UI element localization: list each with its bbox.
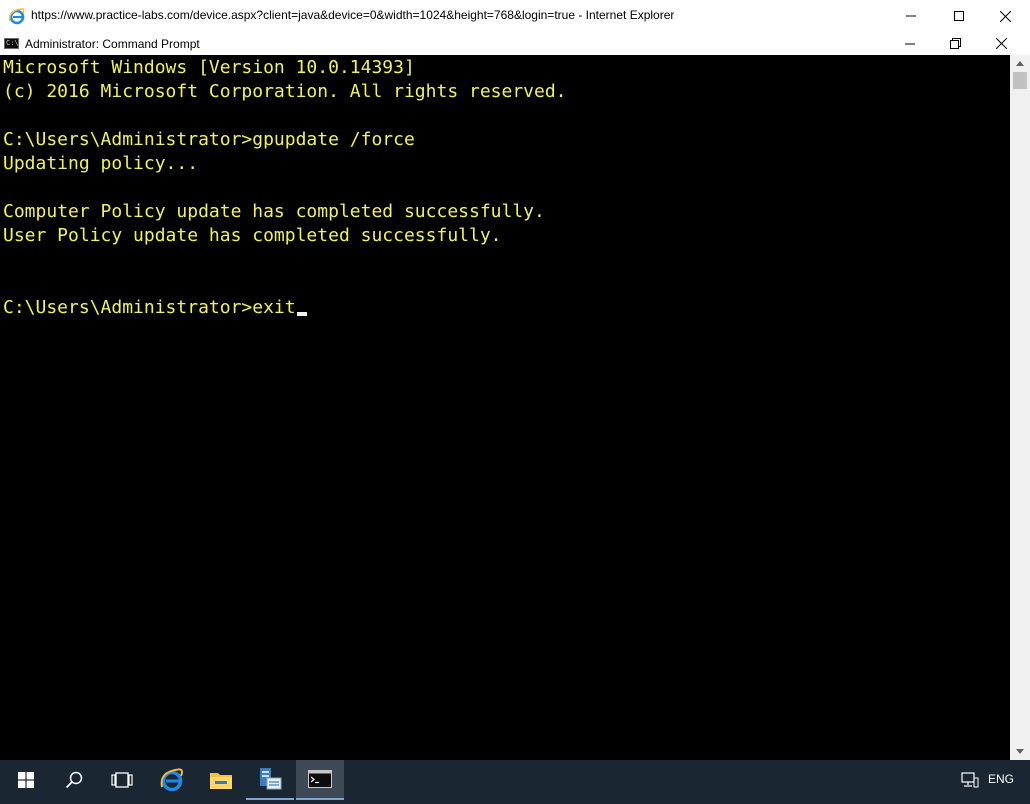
scroll-down-button[interactable] [1010,743,1030,760]
close-icon [999,10,1011,22]
network-tray-button[interactable] [950,760,990,800]
maximize-icon [954,11,964,21]
console-prompt-line[interactable]: C:\Users\Administrator>exit [3,296,307,320]
chevron-up-icon [1016,61,1024,66]
prompt-text: C:\Users\Administrator>exit [3,297,296,318]
file-explorer-icon [210,773,232,789]
cmd-title-bar: C:\ Administrator: Command Prompt [0,32,1030,55]
console-line: User Policy update has completed success… [3,225,502,246]
taskbar-command-prompt[interactable] [296,760,344,800]
server-manager-icon [260,768,282,790]
browser-title: https://www.practice-labs.com/device.asp… [31,8,675,22]
cmd-close-button[interactable] [978,32,1024,55]
taskbar-internet-explorer[interactable] [148,760,196,800]
minimize-icon [905,43,915,44]
cmd-minimize-button[interactable] [887,32,933,55]
browser-maximize-button[interactable] [936,0,982,32]
taskbar-file-explorer[interactable] [197,760,245,800]
browser-minimize-button[interactable] [888,0,934,32]
internet-explorer-icon [8,8,25,25]
task-view-button[interactable] [98,760,146,800]
close-icon [995,38,1007,49]
start-button[interactable] [2,760,50,800]
chevron-down-icon [1016,749,1024,754]
console-line: (c) 2016 Microsoft Corporation. All righ… [3,81,567,102]
start-icon [18,772,34,788]
console-output[interactable]: Microsoft Windows [Version 10.0.14393] (… [0,55,1010,760]
task-view-icon [111,772,133,788]
browser-title-bar: https://www.practice-labs.com/device.asp… [0,0,1030,32]
console-line: Computer Policy update has completed suc… [3,201,545,222]
internet-explorer-icon [160,768,183,792]
taskbar: ENG [0,760,1030,804]
console-line: Microsoft Windows [Version 10.0.14393] [3,57,415,78]
command-prompt-icon: C:\ [4,38,19,49]
taskbar-server-manager[interactable] [246,760,294,800]
browser-close-button[interactable] [982,0,1028,32]
minimize-icon [906,15,916,17]
scrollbar-thumb[interactable] [1013,72,1027,89]
console-line: C:\Users\Administrator>gpupdate /force [3,129,415,150]
search-icon [65,771,83,789]
restore-icon [949,38,961,49]
console-line: Updating policy... [3,153,199,174]
command-prompt-icon [308,770,332,788]
network-icon [961,772,979,788]
console-scrollbar[interactable] [1010,55,1030,760]
cmd-restore-button[interactable] [932,32,978,55]
language-indicator[interactable]: ENG [988,772,1014,786]
text-cursor [296,312,307,316]
scroll-up-button[interactable] [1010,55,1030,72]
cmd-title: Administrator: Command Prompt [25,37,200,51]
search-button[interactable] [50,760,98,800]
